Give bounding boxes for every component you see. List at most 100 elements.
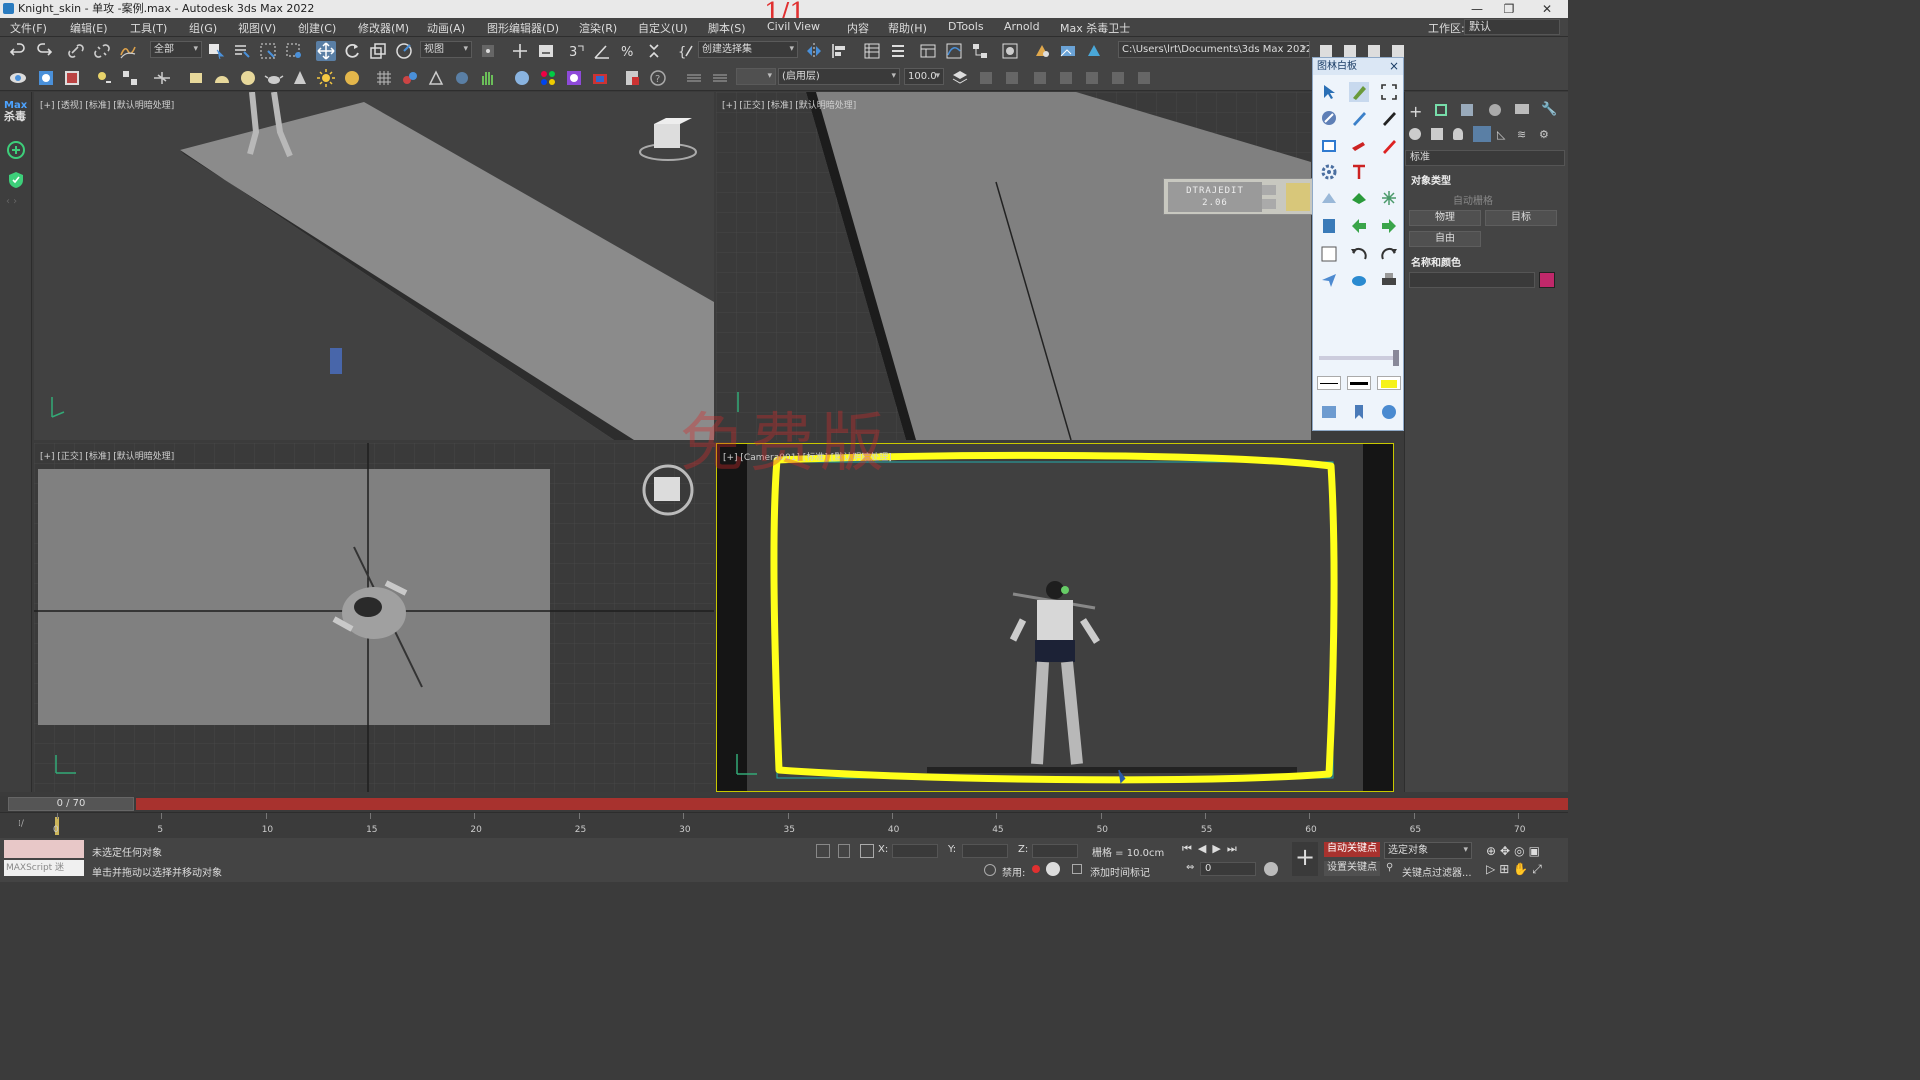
- thin-line-swatch[interactable]: [1317, 376, 1341, 390]
- track-bar[interactable]: ⁞/ 0 5 10 15 20 25 30 35 40 45 50 55 60 65 70: [0, 812, 1568, 838]
- viewcube-icon[interactable]: [639, 118, 697, 161]
- set-key-button[interactable]: 设置关键点: [1324, 861, 1380, 876]
- rebuild-icon[interactable]: [36, 68, 56, 88]
- shield-icon[interactable]: [6, 170, 26, 190]
- sphere-primitive-icon[interactable]: [238, 68, 258, 88]
- cloud-icon[interactable]: [1349, 270, 1369, 290]
- curve-editor-icon[interactable]: [944, 41, 964, 61]
- render-production-icon[interactable]: [1084, 41, 1104, 61]
- help-icon[interactable]: ?: [648, 68, 668, 88]
- redo-icon[interactable]: [34, 41, 54, 61]
- utilities-tab-icon[interactable]: 🔧: [1541, 102, 1557, 117]
- arrow-right-green-icon[interactable]: [1379, 216, 1399, 236]
- dtraj-plus-button[interactable]: [1262, 185, 1276, 195]
- bind-spacewarp-icon[interactable]: [118, 41, 138, 61]
- modify-tab-icon[interactable]: [1435, 104, 1447, 116]
- object-name-input[interactable]: [1409, 272, 1535, 288]
- free-camera-button[interactable]: 自由: [1409, 231, 1481, 247]
- send-icon[interactable]: [1319, 270, 1339, 290]
- thick-line-swatch[interactable]: [1347, 376, 1371, 390]
- zero-icon[interactable]: [1046, 862, 1060, 876]
- menu-modifiers[interactable]: 修改器(M): [358, 20, 409, 36]
- percent-field[interactable]: 100.0: [904, 68, 944, 85]
- pen-active-icon[interactable]: [1349, 82, 1369, 102]
- box-primitive-icon[interactable]: [186, 68, 206, 88]
- rect-selection-icon[interactable]: [258, 41, 278, 61]
- autogrid-checkbox[interactable]: 自动栅格: [1453, 192, 1493, 207]
- hierarchy-tab-icon[interactable]: [1461, 104, 1473, 116]
- menu-dtools[interactable]: DTools: [948, 20, 984, 33]
- viewport-perspective-label[interactable]: [+] [透视] [标准] [默认明暗处理]: [40, 98, 174, 111]
- snap-toggle-icon[interactable]: 3: [566, 41, 586, 61]
- material-editor-icon[interactable]: [1000, 41, 1020, 61]
- menu-view[interactable]: 视图(V): [238, 20, 276, 36]
- arrow-pointer-icon[interactable]: [1319, 82, 1339, 102]
- viewport-nav-icons-2[interactable]: ▷⊞✋⤢: [1486, 862, 1546, 877]
- arrow-left-green-icon[interactable]: [1349, 216, 1369, 236]
- dtrajedit-panel[interactable]: DTRAJEDIT 2.06: [1163, 178, 1313, 215]
- dome-primitive-icon[interactable]: [212, 68, 232, 88]
- name-and-color-heading[interactable]: 名称和颜色: [1411, 254, 1461, 269]
- redo-palette-icon[interactable]: [1379, 244, 1399, 264]
- material-sphere-icon[interactable]: [512, 68, 532, 88]
- dtraj-plus2-button[interactable]: [1262, 199, 1276, 209]
- layer-color-box[interactable]: [736, 68, 776, 85]
- teapot-primitive-icon[interactable]: [264, 68, 284, 88]
- viewport-top-label[interactable]: [+] [正交] [标准] [默认明暗处理]: [40, 449, 174, 462]
- tool-c-icon[interactable]: [1030, 68, 1050, 88]
- cameras-category-icon[interactable]: [1473, 126, 1491, 142]
- max-antivirus-logo[interactable]: Max 杀毒: [4, 100, 30, 122]
- auto-key-button[interactable]: 自动关键点: [1324, 842, 1380, 857]
- mirror-icon[interactable]: [804, 41, 824, 61]
- tool-a-icon[interactable]: [976, 68, 996, 88]
- layer-explorer-icon[interactable]: [862, 41, 882, 61]
- maxscript-listener-top[interactable]: [4, 840, 84, 858]
- key-filters-button[interactable]: 关键点过滤器...: [1402, 864, 1472, 879]
- link-icon[interactable]: [66, 41, 86, 61]
- menu-scripting[interactable]: 脚本(S): [708, 20, 746, 36]
- menu-civil-view[interactable]: Civil View: [767, 20, 820, 33]
- named-selection-dropdown[interactable]: 创建选择集: [698, 41, 798, 58]
- menu-file[interactable]: 文件(F): [10, 20, 47, 36]
- bookmark-icon[interactable]: [1349, 402, 1369, 422]
- image-icon[interactable]: [62, 68, 82, 88]
- globe-icon[interactable]: [1379, 402, 1399, 422]
- layer-manager-icon[interactable]: [710, 68, 730, 88]
- viewport-top[interactable]: [+] [正交] [标准] [默认明暗处理]: [34, 443, 714, 792]
- reference-coord-dropdown[interactable]: 视图: [420, 41, 472, 58]
- physical-camera-button[interactable]: 物理: [1409, 210, 1481, 226]
- systems-category-icon[interactable]: ⚙: [1539, 128, 1549, 141]
- minimize-button[interactable]: —: [1462, 0, 1492, 18]
- move-icon[interactable]: [316, 41, 336, 61]
- fullscreen-icon[interactable]: [1379, 82, 1399, 102]
- eraser-icon[interactable]: [1349, 188, 1369, 208]
- spinner-snap-icon[interactable]: [644, 41, 664, 61]
- menu-create[interactable]: 创建(C): [298, 20, 336, 36]
- object-category-dropdown[interactable]: 标准: [1405, 150, 1565, 166]
- sun-light-icon[interactable]: [316, 68, 336, 88]
- x-coord-field[interactable]: [892, 844, 938, 858]
- spacewarps-category-icon[interactable]: ≋: [1517, 128, 1526, 141]
- tool-g-icon[interactable]: [1134, 68, 1154, 88]
- menu-antivirus[interactable]: Max 杀毒卫士: [1060, 20, 1130, 36]
- edit-named-selection-icon[interactable]: {: [676, 41, 696, 61]
- pencil-blue-icon[interactable]: [1349, 108, 1369, 128]
- stroke-width-thumb[interactable]: [1393, 350, 1399, 366]
- object-color-swatch[interactable]: [1539, 272, 1555, 288]
- grid-icon[interactable]: [374, 68, 394, 88]
- close-button[interactable]: ✕: [1532, 0, 1562, 18]
- menu-content[interactable]: 内容: [847, 20, 869, 36]
- object-tools-icon[interactable]: [120, 68, 140, 88]
- scale-icon[interactable]: [368, 41, 388, 61]
- settings-gear-icon[interactable]: [1319, 162, 1339, 182]
- align-icon[interactable]: [830, 41, 850, 61]
- undo-icon[interactable]: [8, 41, 28, 61]
- create-tab-icon[interactable]: +: [1409, 102, 1422, 121]
- aircraft-icon[interactable]: [152, 68, 172, 88]
- highlighter-red-icon[interactable]: [1349, 136, 1369, 156]
- display-tab-icon[interactable]: [1515, 104, 1529, 114]
- maxscript-listener[interactable]: MAXScript 迷: [4, 860, 84, 876]
- sparkle-icon[interactable]: [1379, 188, 1399, 208]
- workspace-dropdown[interactable]: 默认: [1464, 19, 1560, 35]
- light-lister-icon[interactable]: [94, 68, 114, 88]
